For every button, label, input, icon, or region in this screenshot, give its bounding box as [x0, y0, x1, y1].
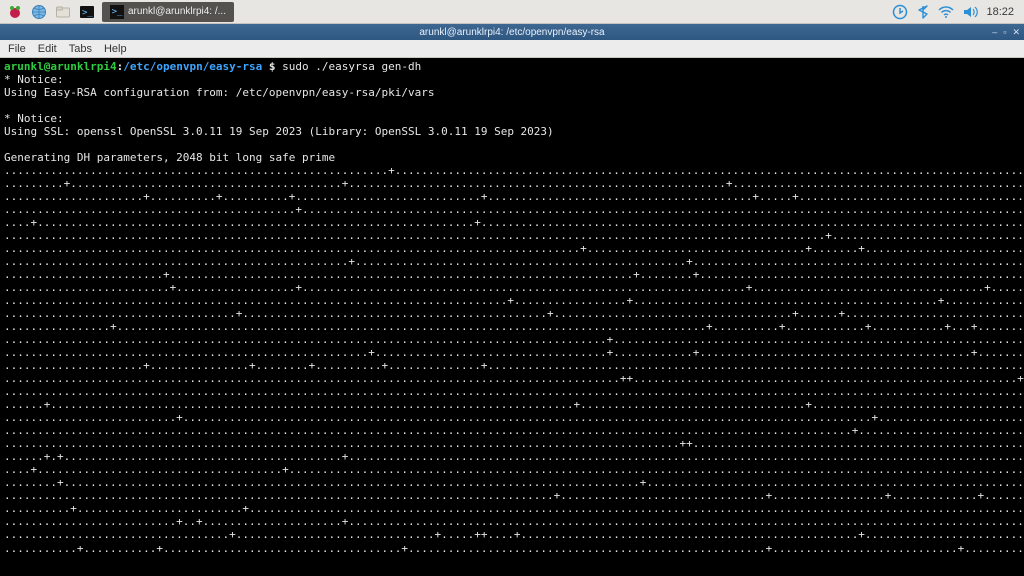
- svg-text:>_: >_: [82, 8, 93, 18]
- terminal-icon: >_: [110, 5, 124, 19]
- raspberry-menu-icon[interactable]: [4, 2, 26, 22]
- wifi-icon[interactable]: [938, 5, 954, 19]
- clock[interactable]: 18:22: [986, 6, 1014, 18]
- terminal-menubar: File Edit Tabs Help: [0, 40, 1024, 58]
- terminal-launcher-icon[interactable]: >_: [76, 2, 98, 22]
- system-tray: 18:22: [892, 4, 1020, 20]
- menu-help[interactable]: Help: [104, 43, 127, 55]
- window-titlebar[interactable]: arunkl@arunklrpi4: /etc/openvpn/easy-rsa…: [0, 24, 1024, 40]
- menu-edit[interactable]: Edit: [38, 43, 57, 55]
- web-browser-icon[interactable]: [28, 2, 50, 22]
- taskbar-window-label: arunkl@arunklrpi4: /...: [128, 6, 226, 17]
- terminal-output[interactable]: arunkl@arunklrpi4:/etc/openvpn/easy-rsa …: [0, 58, 1024, 576]
- window-maximize-button[interactable]: ▫: [1003, 27, 1006, 38]
- window-title: arunkl@arunklrpi4: /etc/openvpn/easy-rsa: [419, 27, 604, 38]
- menu-file[interactable]: File: [8, 43, 26, 55]
- volume-icon[interactable]: [962, 5, 978, 19]
- taskbar-window-button[interactable]: >_ arunkl@arunklrpi4: /...: [102, 2, 234, 22]
- desktop-taskbar: >_ >_ arunkl@arunklrpi4: /... 18:22: [0, 0, 1024, 24]
- window-close-button[interactable]: ✕: [1012, 27, 1020, 38]
- updates-icon[interactable]: [892, 4, 908, 20]
- bluetooth-icon[interactable]: [916, 5, 930, 19]
- window-controls: ‒ ▫ ✕: [992, 27, 1020, 38]
- menu-tabs[interactable]: Tabs: [69, 43, 92, 55]
- file-manager-icon[interactable]: [52, 2, 74, 22]
- window-minimize-button[interactable]: ‒: [992, 27, 997, 38]
